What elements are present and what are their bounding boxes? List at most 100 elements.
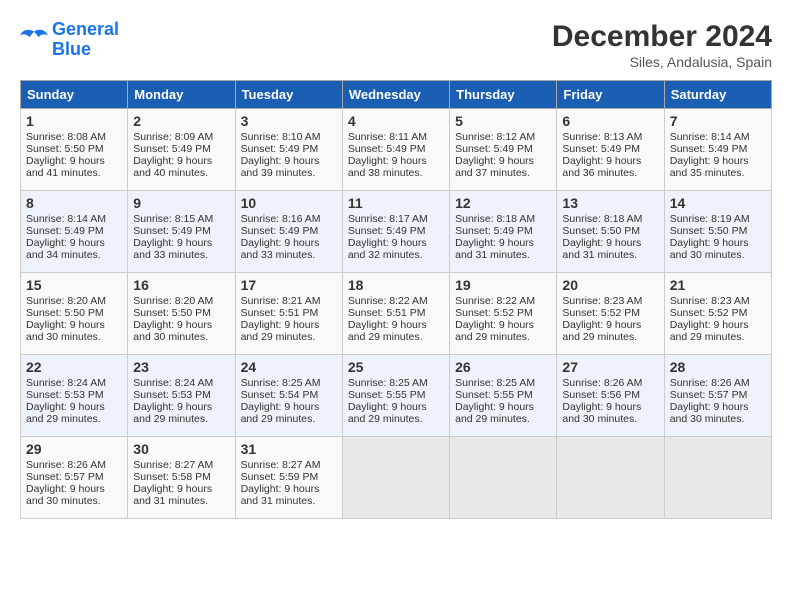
day-info-line: Sunset: 5:49 PM [455, 143, 551, 155]
day-info-line: Sunrise: 8:08 AM [26, 131, 122, 143]
day-info-line: and 37 minutes. [455, 167, 551, 179]
day-info-line: and 31 minutes. [562, 249, 658, 261]
calendar-cell: 18Sunrise: 8:22 AMSunset: 5:51 PMDayligh… [342, 273, 449, 355]
day-info-line: Sunrise: 8:18 AM [562, 213, 658, 225]
day-info-line: Sunset: 5:49 PM [670, 143, 766, 155]
day-info-line: Sunset: 5:49 PM [133, 143, 229, 155]
day-info-line: and 29 minutes. [455, 331, 551, 343]
day-info-line: and 29 minutes. [562, 331, 658, 343]
day-info-line: and 33 minutes. [241, 249, 337, 261]
day-number: 1 [26, 113, 122, 129]
day-number: 24 [241, 359, 337, 375]
day-info-line: Sunrise: 8:24 AM [26, 377, 122, 389]
day-info-line: Daylight: 9 hours [455, 401, 551, 413]
day-info-line: Sunset: 5:53 PM [133, 389, 229, 401]
calendar-cell: 10Sunrise: 8:16 AMSunset: 5:49 PMDayligh… [235, 191, 342, 273]
day-info-line: Sunset: 5:54 PM [241, 389, 337, 401]
day-info-line: Sunrise: 8:23 AM [562, 295, 658, 307]
day-info-line: Sunset: 5:52 PM [670, 307, 766, 319]
day-info-line: Sunrise: 8:22 AM [455, 295, 551, 307]
day-info-line: Sunset: 5:56 PM [562, 389, 658, 401]
calendar-cell: 9Sunrise: 8:15 AMSunset: 5:49 PMDaylight… [128, 191, 235, 273]
day-info-line: Daylight: 9 hours [241, 483, 337, 495]
day-number: 30 [133, 441, 229, 457]
calendar-cell: 31Sunrise: 8:27 AMSunset: 5:59 PMDayligh… [235, 437, 342, 519]
day-number: 18 [348, 277, 444, 293]
day-info-line: Sunrise: 8:16 AM [241, 213, 337, 225]
day-number: 22 [26, 359, 122, 375]
calendar-cell: 14Sunrise: 8:19 AMSunset: 5:50 PMDayligh… [664, 191, 771, 273]
calendar-week-5: 29Sunrise: 8:26 AMSunset: 5:57 PMDayligh… [21, 437, 772, 519]
day-info-line: Sunrise: 8:26 AM [562, 377, 658, 389]
day-info-line: and 29 minutes. [455, 413, 551, 425]
calendar-cell: 30Sunrise: 8:27 AMSunset: 5:58 PMDayligh… [128, 437, 235, 519]
day-info-line: Sunset: 5:50 PM [26, 307, 122, 319]
calendar-cell: 23Sunrise: 8:24 AMSunset: 5:53 PMDayligh… [128, 355, 235, 437]
day-info-line: Daylight: 9 hours [26, 155, 122, 167]
day-info-line: Sunrise: 8:10 AM [241, 131, 337, 143]
day-info-line: Sunset: 5:57 PM [26, 471, 122, 483]
day-info-line: Sunset: 5:49 PM [348, 225, 444, 237]
day-info-line: Sunset: 5:50 PM [562, 225, 658, 237]
calendar-cell: 15Sunrise: 8:20 AMSunset: 5:50 PMDayligh… [21, 273, 128, 355]
day-info-line: and 29 minutes. [241, 413, 337, 425]
day-info-line: Daylight: 9 hours [562, 401, 658, 413]
calendar-week-1: 1Sunrise: 8:08 AMSunset: 5:50 PMDaylight… [21, 109, 772, 191]
calendar-cell: 28Sunrise: 8:26 AMSunset: 5:57 PMDayligh… [664, 355, 771, 437]
day-number: 16 [133, 277, 229, 293]
day-info-line: Sunset: 5:49 PM [348, 143, 444, 155]
day-info-line: Daylight: 9 hours [26, 401, 122, 413]
day-info-line: Daylight: 9 hours [241, 155, 337, 167]
day-info-line: and 30 minutes. [26, 331, 122, 343]
day-info-line: Sunrise: 8:15 AM [133, 213, 229, 225]
day-info-line: Daylight: 9 hours [26, 319, 122, 331]
day-info-line: and 41 minutes. [26, 167, 122, 179]
day-info-line: and 29 minutes. [241, 331, 337, 343]
day-info-line: and 38 minutes. [348, 167, 444, 179]
calendar-cell: 27Sunrise: 8:26 AMSunset: 5:56 PMDayligh… [557, 355, 664, 437]
day-info-line: Sunrise: 8:21 AM [241, 295, 337, 307]
day-info-line: Sunrise: 8:27 AM [241, 459, 337, 471]
day-number: 17 [241, 277, 337, 293]
calendar-cell: 26Sunrise: 8:25 AMSunset: 5:55 PMDayligh… [450, 355, 557, 437]
day-info-line: Daylight: 9 hours [670, 319, 766, 331]
day-info-line: Sunset: 5:52 PM [562, 307, 658, 319]
day-info-line: Daylight: 9 hours [133, 401, 229, 413]
day-info-line: Sunset: 5:49 PM [241, 143, 337, 155]
day-info-line: and 31 minutes. [241, 495, 337, 507]
day-info-line: Daylight: 9 hours [562, 319, 658, 331]
calendar-cell: 16Sunrise: 8:20 AMSunset: 5:50 PMDayligh… [128, 273, 235, 355]
day-info-line: Daylight: 9 hours [26, 483, 122, 495]
day-info-line: Daylight: 9 hours [133, 483, 229, 495]
calendar-cell [450, 437, 557, 519]
weekday-header-thursday: Thursday [450, 81, 557, 109]
day-info-line: Sunrise: 8:24 AM [133, 377, 229, 389]
calendar-cell: 8Sunrise: 8:14 AMSunset: 5:49 PMDaylight… [21, 191, 128, 273]
day-info-line: and 40 minutes. [133, 167, 229, 179]
day-info-line: Sunrise: 8:18 AM [455, 213, 551, 225]
day-info-line: Daylight: 9 hours [455, 155, 551, 167]
day-info-line: Daylight: 9 hours [562, 155, 658, 167]
day-info-line: Sunrise: 8:22 AM [348, 295, 444, 307]
day-number: 10 [241, 195, 337, 211]
day-info-line: Sunrise: 8:09 AM [133, 131, 229, 143]
day-info-line: Daylight: 9 hours [348, 319, 444, 331]
day-info-line: Sunset: 5:49 PM [133, 225, 229, 237]
day-info-line: and 32 minutes. [348, 249, 444, 261]
day-info-line: Daylight: 9 hours [241, 237, 337, 249]
day-info-line: Daylight: 9 hours [133, 237, 229, 249]
calendar-subtitle: Siles, Andalusia, Spain [552, 54, 772, 70]
day-info-line: Sunset: 5:55 PM [348, 389, 444, 401]
calendar-cell: 17Sunrise: 8:21 AMSunset: 5:51 PMDayligh… [235, 273, 342, 355]
day-info-line: Daylight: 9 hours [133, 319, 229, 331]
day-info-line: and 30 minutes. [670, 413, 766, 425]
day-info-line: and 30 minutes. [670, 249, 766, 261]
calendar-cell [342, 437, 449, 519]
weekday-header-friday: Friday [557, 81, 664, 109]
day-info-line: and 31 minutes. [133, 495, 229, 507]
day-info-line: Sunset: 5:49 PM [562, 143, 658, 155]
day-info-line: Sunrise: 8:11 AM [348, 131, 444, 143]
day-number: 26 [455, 359, 551, 375]
day-info-line: Sunset: 5:51 PM [241, 307, 337, 319]
calendar-cell: 29Sunrise: 8:26 AMSunset: 5:57 PMDayligh… [21, 437, 128, 519]
